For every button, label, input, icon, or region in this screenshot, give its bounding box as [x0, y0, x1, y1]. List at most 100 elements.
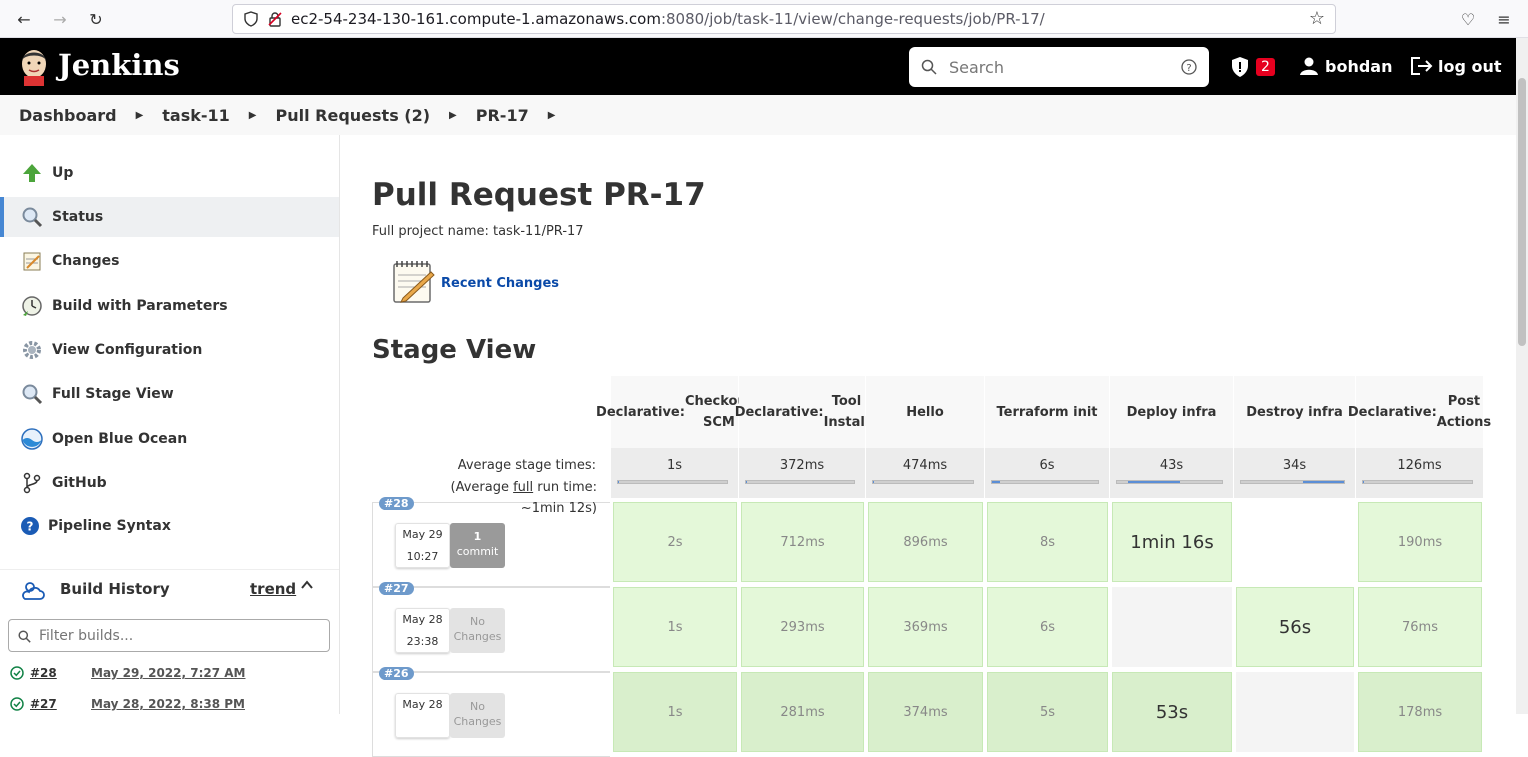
build-number[interactable]: #28: [30, 666, 57, 680]
stage-cell[interactable]: 712ms: [741, 502, 864, 582]
changes-line: Changes: [453, 630, 502, 643]
stage-cell[interactable]: 8s: [987, 502, 1108, 582]
bookmark-star-icon[interactable]: ☆: [1309, 8, 1325, 29]
average-value: 34s: [1282, 458, 1307, 473]
no-changes-box[interactable]: No Changes: [450, 693, 505, 738]
url-bar[interactable]: ec2-54-234-130-161.compute-1.amazonaws.c…: [232, 4, 1336, 34]
back-icon[interactable]: ←: [12, 7, 36, 31]
help-icon[interactable]: ?: [1181, 59, 1197, 75]
breadcrumb-chevron-icon[interactable]: ▶: [249, 110, 257, 121]
logout-link[interactable]: log out: [1410, 56, 1502, 76]
alerts-badge: 2: [1256, 58, 1275, 76]
sidebar-item-label: GitHub: [52, 475, 107, 491]
changes-line: commit: [456, 545, 499, 558]
stage-cell[interactable]: 6s: [987, 587, 1108, 667]
blue-ocean-icon: [20, 427, 44, 451]
sidebar-item-pipeline-syntax[interactable]: ? Pipeline Syntax: [0, 506, 339, 546]
stage-cell[interactable]: 369ms: [868, 587, 983, 667]
menu-icon[interactable]: ≡: [1492, 7, 1516, 31]
stage-cell[interactable]: 1s: [613, 587, 737, 667]
breadcrumb-chevron-icon[interactable]: ▶: [449, 110, 457, 121]
full-run-link[interactable]: full: [513, 480, 533, 495]
jenkins-header: Jenkins ? 2 bohdan log out: [0, 38, 1528, 95]
recent-changes-link[interactable]: Recent Changes: [441, 276, 559, 291]
changes-commit-box[interactable]: 1 commit: [450, 523, 505, 568]
stage-cell: [1236, 672, 1354, 752]
build-date[interactable]: May 29, 2022, 7:27 AM: [91, 666, 246, 680]
stage-cell: [1112, 587, 1232, 667]
pocket-icon[interactable]: ♡: [1456, 7, 1480, 31]
main-content: Pull Request PR-17 Full project name: ta…: [341, 135, 1528, 757]
run-number-badge[interactable]: #27: [379, 582, 414, 595]
sidebar-item-up[interactable]: Up: [0, 153, 339, 193]
user-link[interactable]: bohdan: [1299, 56, 1392, 76]
breadcrumb: Dashboard ▶ task-11 ▶ Pull Requests (2) …: [0, 95, 1528, 135]
average-progress-fill: [1302, 481, 1344, 483]
reload-icon[interactable]: ↻: [84, 7, 108, 31]
stage-cell[interactable]: 53s: [1112, 672, 1232, 752]
stage-cell[interactable]: 178ms: [1358, 672, 1482, 752]
search-box[interactable]: ?: [909, 47, 1209, 87]
stage-cell[interactable]: 896ms: [868, 502, 983, 582]
avg-run-prefix: (Average: [450, 480, 514, 495]
search-input[interactable]: [949, 57, 1169, 77]
build-number[interactable]: #27: [30, 697, 57, 711]
build-run-info[interactable]: #26 May 28 No Changes: [372, 667, 610, 757]
stage-header: Declarative: Tool Install: [735, 376, 869, 448]
forward-icon[interactable]: →: [48, 7, 72, 31]
build-date[interactable]: May 28, 2022, 8:38 PM: [91, 697, 245, 711]
stage-cell[interactable]: 281ms: [741, 672, 864, 752]
stage-cell[interactable]: 190ms: [1358, 502, 1482, 582]
chevron-up-icon[interactable]: [300, 578, 314, 596]
stage-name-line: Declarative:: [1347, 404, 1437, 420]
stage-cell[interactable]: 56s: [1236, 587, 1354, 667]
stage-cell[interactable]: 2s: [613, 502, 737, 582]
notepad-icon: [20, 249, 44, 273]
run-date: May 28: [402, 698, 443, 711]
sidebar-item-changes[interactable]: Changes: [0, 241, 339, 281]
jenkins-logo-icon[interactable]: [18, 48, 50, 86]
stage-header: Deploy infra: [1110, 376, 1234, 448]
breadcrumb-chevron-icon[interactable]: ▶: [548, 110, 556, 121]
sidebar-item-build-with-parameters[interactable]: Build with Parameters: [0, 286, 339, 326]
run-time: 23:38: [406, 635, 439, 648]
run-number-badge[interactable]: #26: [379, 667, 414, 680]
breadcrumb-pr[interactable]: PR-17: [476, 106, 529, 125]
no-changes-box[interactable]: No Changes: [450, 608, 505, 653]
filter-builds-input[interactable]: [8, 619, 330, 652]
changes-line: 1: [473, 530, 482, 543]
breadcrumb-chevron-icon[interactable]: ▶: [136, 110, 144, 121]
sidebar-item-status[interactable]: Status: [0, 197, 339, 237]
stage-cell[interactable]: 374ms: [868, 672, 983, 752]
stage-cell[interactable]: 5s: [987, 672, 1108, 752]
breadcrumb-dashboard[interactable]: Dashboard: [19, 106, 117, 125]
breadcrumb-pull-requests[interactable]: Pull Requests (2): [276, 106, 431, 125]
avg-run-suffix: run time: ~1min 12s): [520, 480, 597, 516]
average-progress-bar: [1240, 480, 1345, 484]
run-number-badge[interactable]: #28: [379, 497, 414, 510]
stage-cell[interactable]: 1min 16s: [1112, 502, 1232, 582]
page-scrollbar[interactable]: [1516, 38, 1528, 714]
url-host: ec2-54-234-130-161.compute-1.amazonaws.c…: [291, 10, 661, 28]
build-run-info[interactable]: #27 May 28 23:38 No Changes: [372, 582, 610, 672]
trend-link[interactable]: trend: [250, 580, 296, 598]
sidebar-item-label: Full Stage View: [52, 386, 174, 402]
stage-average-time: 6s: [985, 448, 1110, 498]
sidebar-item-open-blue-ocean[interactable]: Open Blue Ocean: [0, 419, 339, 459]
gear-icon: [20, 338, 44, 362]
stage-cell[interactable]: 76ms: [1358, 587, 1482, 667]
build-row[interactable]: #28 May 29, 2022, 7:27 AM: [10, 666, 246, 680]
sidebar-item-full-stage-view[interactable]: Full Stage View: [0, 374, 339, 414]
average-progress-fill: [1127, 481, 1180, 483]
sidebar-item-github[interactable]: GitHub: [0, 463, 339, 503]
stage-cell[interactable]: 1s: [613, 672, 737, 752]
stage-cell[interactable]: 293ms: [741, 587, 864, 667]
sidebar-item-view-configuration[interactable]: View Configuration: [0, 330, 339, 370]
breadcrumb-task[interactable]: task-11: [162, 106, 230, 125]
build-row[interactable]: #27 May 28, 2022, 8:38 PM: [10, 697, 245, 711]
scrollbar-thumb[interactable]: [1518, 78, 1526, 346]
security-alerts[interactable]: 2: [1230, 56, 1275, 78]
sidebar-item-label: Status: [52, 209, 104, 225]
jenkins-logo-text[interactable]: Jenkins: [58, 48, 180, 82]
stage-name-line: Destroy infra: [1246, 404, 1343, 420]
